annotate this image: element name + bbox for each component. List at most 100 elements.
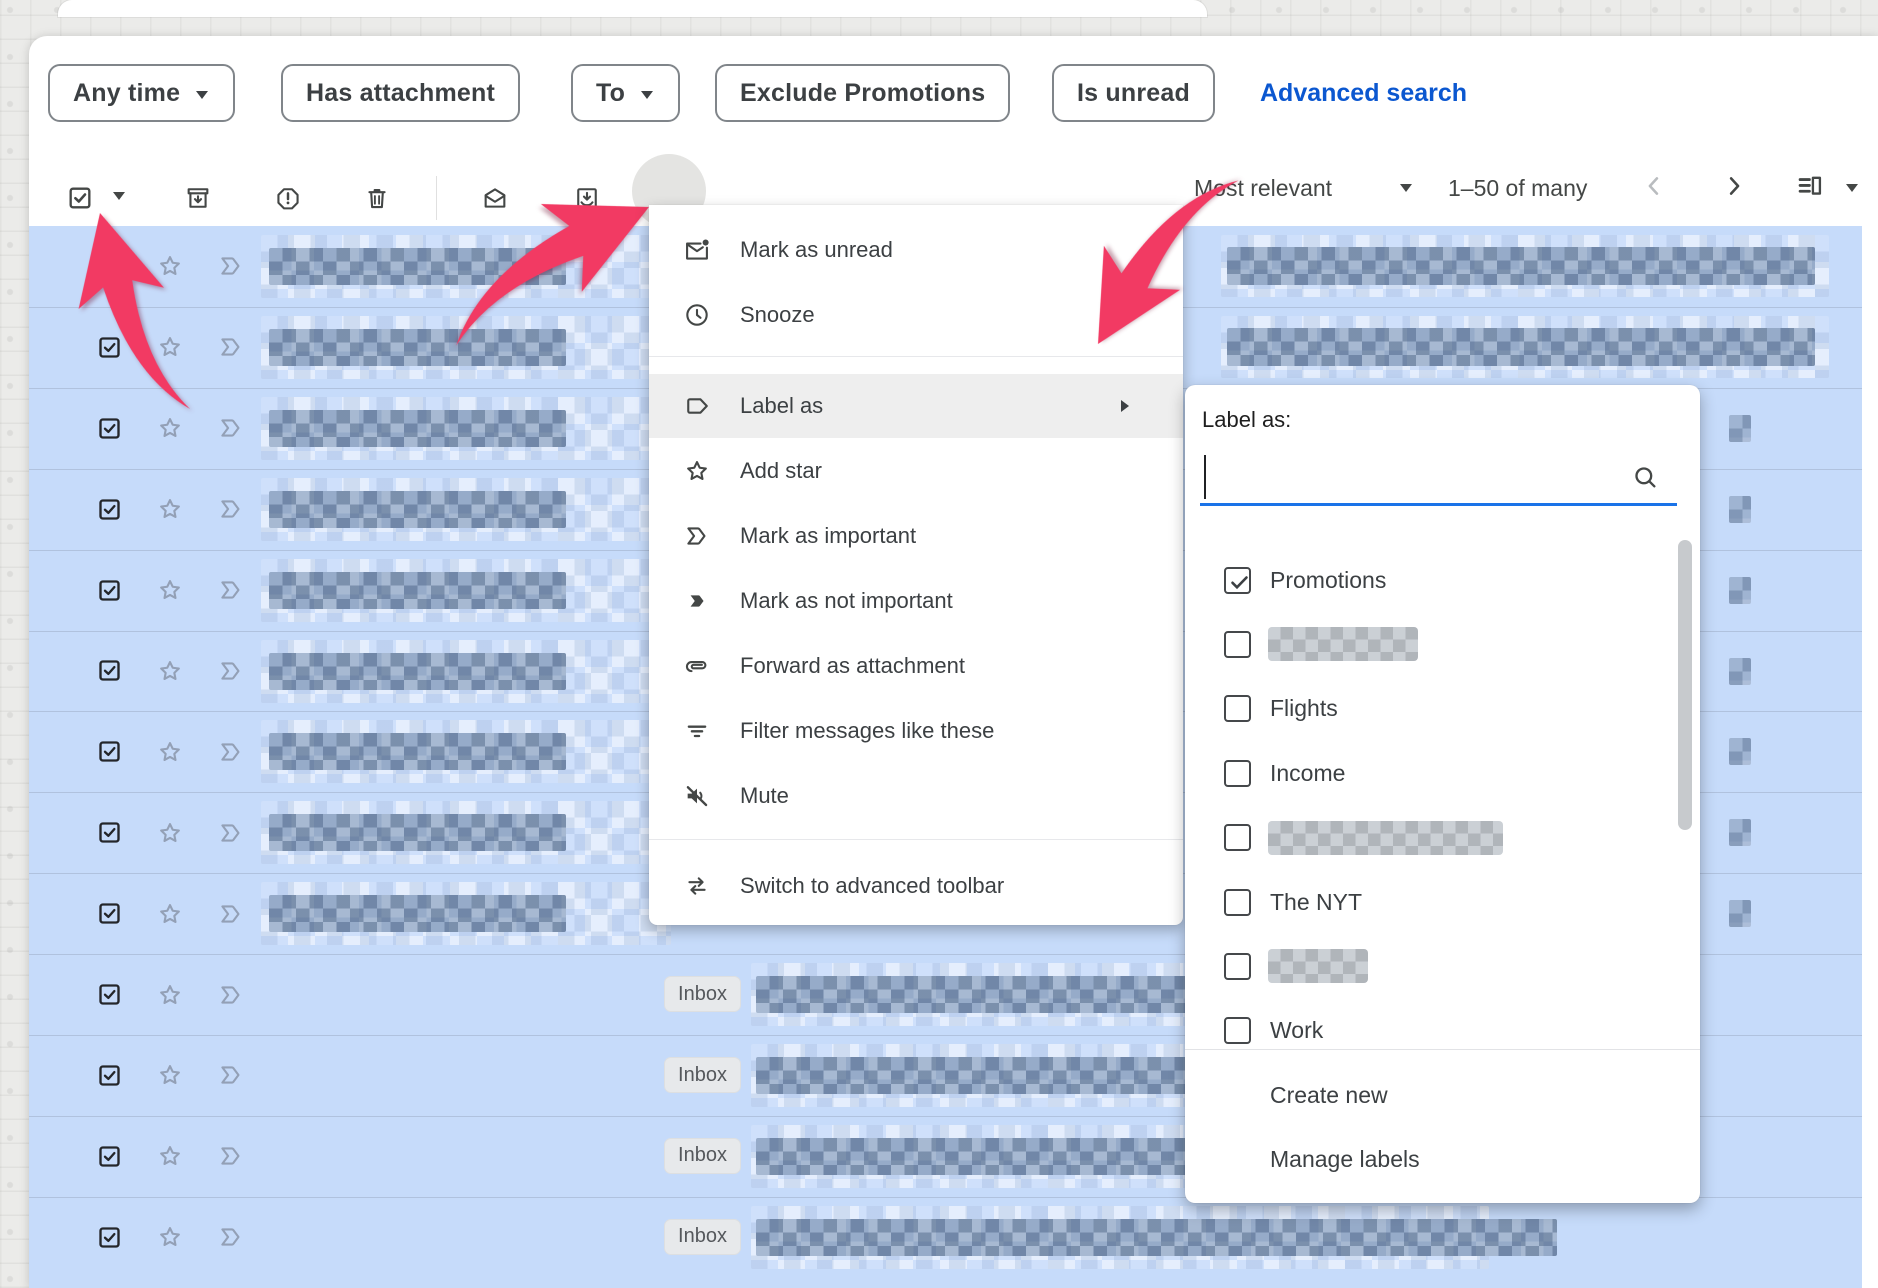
- star-icon[interactable]: [156, 414, 184, 442]
- move-to-button[interactable]: [561, 172, 613, 224]
- importance-marker-icon[interactable]: [217, 333, 245, 361]
- importance-marker-icon[interactable]: [217, 495, 245, 523]
- archive-button[interactable]: [172, 172, 224, 224]
- row-checkbox[interactable]: [96, 415, 123, 442]
- label-option-flights[interactable]: Flights: [1185, 677, 1700, 741]
- menu-item-label-as[interactable]: Label as: [649, 374, 1183, 438]
- label-option-work[interactable]: Work: [1185, 999, 1700, 1049]
- menu-item-mark-as-not-important[interactable]: Mark as not important: [649, 569, 1183, 633]
- importance-marker-icon[interactable]: [217, 981, 245, 1009]
- report-spam-button[interactable]: [262, 172, 314, 224]
- email-row[interactable]: Inbox: [29, 1197, 1862, 1278]
- row-checkbox[interactable]: [96, 496, 123, 523]
- star-icon[interactable]: [156, 333, 184, 361]
- label-option-the-nyt[interactable]: The NYT: [1185, 870, 1700, 934]
- row-checkbox[interactable]: [96, 738, 123, 765]
- importance-marker-icon[interactable]: [217, 252, 245, 280]
- label-option-redacted[interactable]: [1185, 806, 1700, 870]
- row-checkbox[interactable]: [96, 657, 123, 684]
- star-icon[interactable]: [156, 495, 184, 523]
- menu-item-add-star[interactable]: Add star: [649, 439, 1183, 503]
- importance-marker-icon[interactable]: [217, 1142, 245, 1170]
- label-tag-icon: [683, 392, 711, 420]
- mark-as-read-button[interactable]: [469, 172, 521, 224]
- split-pane-toggle[interactable]: [1796, 172, 1824, 200]
- redacted-text-fragment: [1729, 738, 1751, 765]
- row-checkbox[interactable]: [96, 253, 123, 280]
- importance-marker-icon[interactable]: [217, 414, 245, 442]
- advanced-search-link[interactable]: Advanced search: [1260, 64, 1467, 122]
- importance-marker-icon[interactable]: [217, 738, 245, 766]
- row-checkbox[interactable]: [96, 1224, 123, 1251]
- checkbox-unchecked-icon[interactable]: [1224, 824, 1251, 851]
- split-pane-caret-icon[interactable]: [1844, 183, 1860, 193]
- label-option-redacted[interactable]: [1185, 934, 1700, 998]
- row-checkbox[interactable]: [96, 819, 123, 846]
- label-search-input[interactable]: [1200, 445, 1677, 503]
- menu-item-mark-as-unread[interactable]: Mark as unread: [649, 218, 1183, 282]
- star-icon[interactable]: [156, 1061, 184, 1089]
- star-icon[interactable]: [156, 981, 184, 1009]
- importance-marker-icon[interactable]: [217, 657, 245, 685]
- label-option-income[interactable]: Income: [1185, 741, 1700, 805]
- star-icon[interactable]: [156, 900, 184, 928]
- mark-unread-icon: [683, 236, 711, 264]
- importance-marker-icon[interactable]: [217, 576, 245, 604]
- menu-item-switch-to-advanced-toolbar[interactable]: Switch to advanced toolbar: [649, 854, 1183, 918]
- filter-chip-is-unread[interactable]: Is unread: [1052, 64, 1215, 122]
- checkbox-unchecked-icon[interactable]: [1224, 889, 1251, 916]
- checkbox-unchecked-icon[interactable]: [1224, 1017, 1251, 1044]
- row-checkbox[interactable]: [96, 1143, 123, 1170]
- redacted-text-fragment: [1729, 900, 1751, 927]
- star-icon[interactable]: [156, 252, 184, 280]
- checkbox-checked-icon[interactable]: [1224, 567, 1251, 594]
- delete-button[interactable]: [351, 172, 403, 224]
- snooze-clock-icon: [683, 301, 711, 329]
- star-icon[interactable]: [156, 1142, 184, 1170]
- menu-item-snooze[interactable]: Snooze: [649, 283, 1183, 347]
- submenu-action-manage-labels[interactable]: Manage labels: [1270, 1146, 1420, 1173]
- filter-chip-has-attachment[interactable]: Has attachment: [281, 64, 520, 122]
- submenu-action-create-new[interactable]: Create new: [1270, 1082, 1388, 1109]
- row-checkbox[interactable]: [96, 1062, 123, 1089]
- inbox-label-chip: Inbox: [664, 1138, 741, 1174]
- row-checkbox[interactable]: [96, 577, 123, 604]
- filter-chip-to[interactable]: To: [571, 64, 680, 122]
- menu-item-filter-messages-like-these[interactable]: Filter messages like these: [649, 699, 1183, 763]
- submenu-scrollbar-thumb[interactable]: [1678, 540, 1692, 830]
- sort-caret-icon[interactable]: [1398, 183, 1414, 193]
- checkbox-unchecked-icon[interactable]: [1224, 631, 1251, 658]
- checkbox-unchecked-icon[interactable]: [1224, 953, 1251, 980]
- checkbox-unchecked-icon[interactable]: [1224, 760, 1251, 787]
- star-icon[interactable]: [156, 657, 184, 685]
- row-checkbox[interactable]: [96, 981, 123, 1008]
- menu-item-mute[interactable]: Mute: [649, 764, 1183, 828]
- menu-item-label: Forward as attachment: [740, 653, 965, 679]
- importance-marker-icon[interactable]: [217, 819, 245, 847]
- row-checkbox[interactable]: [96, 900, 123, 927]
- menu-item-forward-as-attachment[interactable]: Forward as attachment: [649, 634, 1183, 698]
- newer-page-button[interactable]: [1640, 172, 1668, 200]
- star-icon[interactable]: [156, 576, 184, 604]
- select-all-checkbox[interactable]: [54, 172, 106, 224]
- filter-chip-exclude-promotions[interactable]: Exclude Promotions: [715, 64, 1010, 122]
- select-all-caret-icon[interactable]: [111, 191, 127, 201]
- row-checkbox[interactable]: [96, 334, 123, 361]
- importance-marker-icon[interactable]: [217, 900, 245, 928]
- checkbox-unchecked-icon[interactable]: [1224, 695, 1251, 722]
- sort-selector[interactable]: Most relevant: [1194, 175, 1332, 202]
- star-icon[interactable]: [156, 738, 184, 766]
- filter-chip-any-time[interactable]: Any time: [48, 64, 235, 122]
- label-option-promotions[interactable]: Promotions: [1185, 548, 1700, 612]
- menu-item-mark-as-important[interactable]: Mark as important: [649, 504, 1183, 568]
- menu-item-label: Mark as not important: [740, 588, 953, 614]
- label-option-text: Income: [1270, 760, 1345, 787]
- star-icon[interactable]: [156, 1223, 184, 1251]
- importance-marker-icon[interactable]: [217, 1061, 245, 1089]
- mute-icon: [683, 782, 711, 810]
- importance-marker-icon[interactable]: [217, 1223, 245, 1251]
- important-outline-icon: [683, 522, 711, 550]
- star-icon[interactable]: [156, 819, 184, 847]
- older-page-button[interactable]: [1720, 172, 1748, 200]
- label-option-redacted[interactable]: [1185, 612, 1700, 676]
